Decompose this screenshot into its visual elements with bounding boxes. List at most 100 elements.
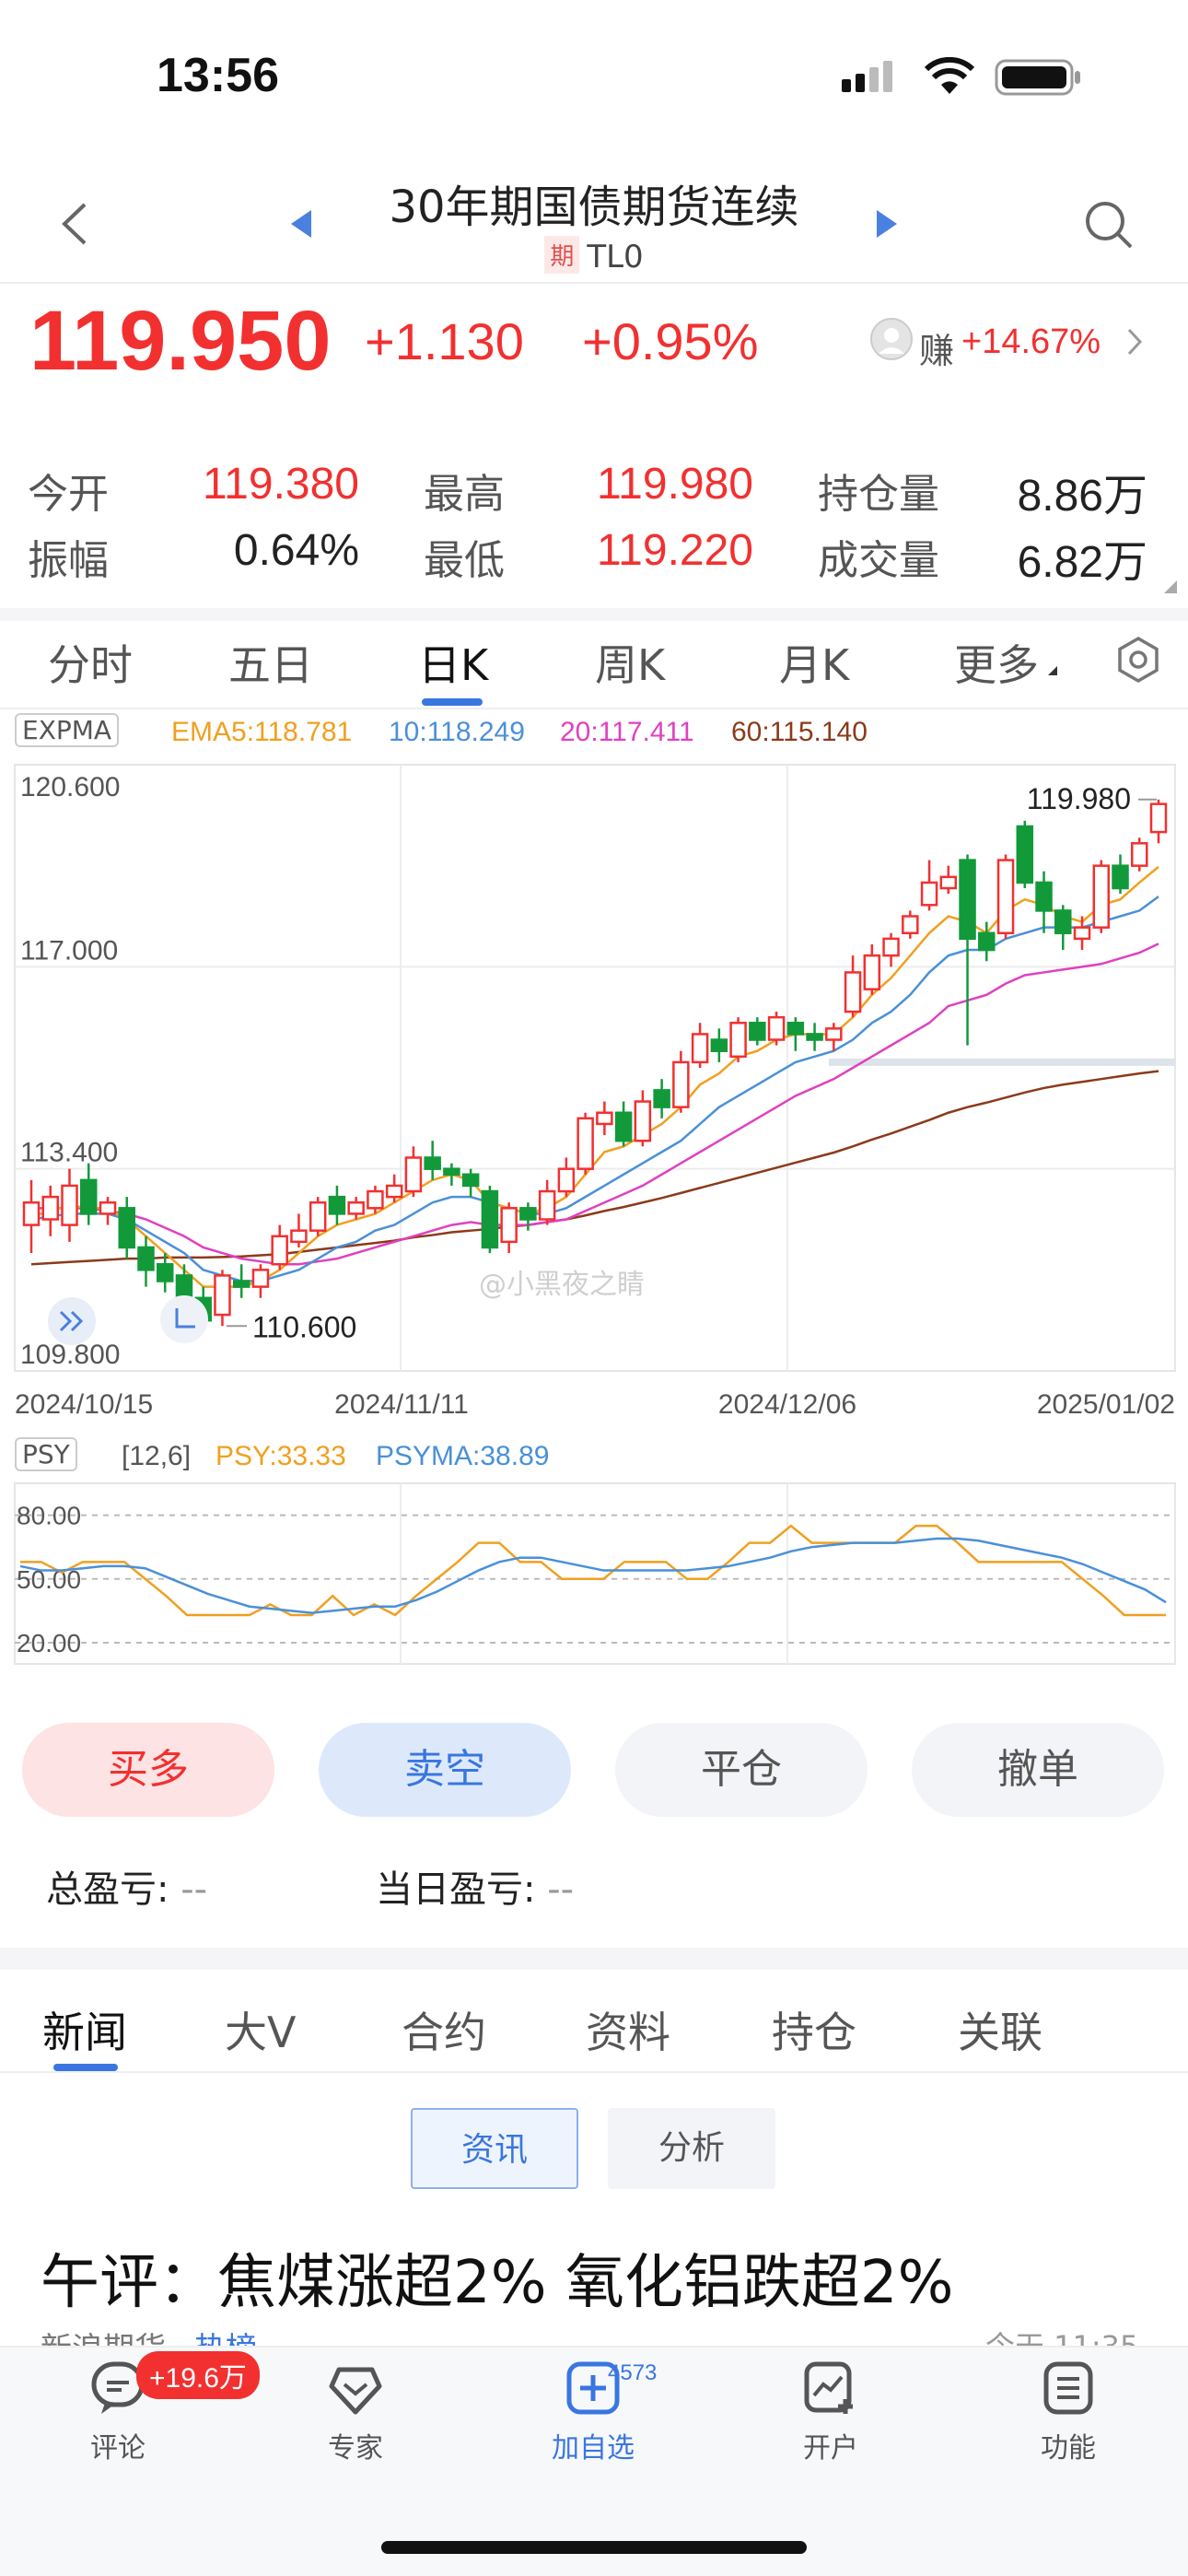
tab-big-v[interactable]: 大V xyxy=(225,1999,296,2060)
ema20-legend: 20:117.411 xyxy=(560,717,694,747)
indicator-selector[interactable]: EXPMA xyxy=(15,713,120,747)
kline-chart[interactable]: 120.600117.000113.400109.8002024/10/15 20… xyxy=(0,755,1188,1419)
tab-monthly-k[interactable]: 月K xyxy=(779,632,849,693)
active-tab-indicator xyxy=(422,698,483,706)
candle-body xyxy=(806,1033,823,1041)
candle-body xyxy=(500,1207,518,1244)
candle-up xyxy=(1092,860,1111,933)
ema60-line xyxy=(30,1070,1159,1266)
candle-body xyxy=(844,971,862,1013)
tab-more[interactable]: 更多 xyxy=(954,632,1039,693)
segment-news[interactable]: 资讯 xyxy=(411,2108,578,2189)
comments-badge: +19.6万 xyxy=(136,2351,260,2399)
y-tick-label: 120.600 xyxy=(20,772,120,802)
price-change-pct: +0.95% xyxy=(582,312,759,370)
search-icon[interactable] xyxy=(1083,199,1135,254)
candle-body xyxy=(156,1262,174,1282)
tab-positions[interactable]: 持仓 xyxy=(772,1999,856,2060)
x-tick-label: 2025/01/02 xyxy=(1037,1389,1175,1419)
ema10-legend: 10:118.249 xyxy=(389,717,525,747)
max-price-label: 119.980 xyxy=(1027,782,1131,815)
candle-body xyxy=(1149,802,1168,834)
tab-daily-k[interactable]: 日K xyxy=(418,632,488,693)
sell-short-button[interactable]: 卖空 xyxy=(319,1723,571,1817)
nav-functions[interactable]: 功能 xyxy=(976,2359,1160,2465)
candle-down xyxy=(461,1168,480,1198)
candle-up xyxy=(1149,799,1168,844)
tab-info[interactable]: 资料 xyxy=(586,1999,670,2060)
cancel-order-button[interactable]: 撤单 xyxy=(912,1723,1164,1817)
psy-selector[interactable]: PSY xyxy=(15,1437,77,1471)
last-price: 119.950 xyxy=(29,294,332,388)
open-interest-value: 8.86万 xyxy=(1017,472,1147,521)
candle-body xyxy=(214,1274,231,1317)
candle-body xyxy=(825,1027,843,1041)
candle-up xyxy=(1131,837,1148,872)
ema20-line xyxy=(31,943,1159,1266)
open-label: 今开 xyxy=(28,471,109,518)
tab-news[interactable]: 新闻 xyxy=(42,1999,127,2060)
candle-down xyxy=(710,1028,728,1062)
buy-long-button[interactable]: 买多 xyxy=(22,1723,274,1817)
nav-open-account[interactable]: 开户 xyxy=(739,2359,923,2465)
psy-chart[interactable]: 80.0050.0020.00 xyxy=(0,1480,1188,1677)
candle-up xyxy=(538,1179,556,1225)
price-band xyxy=(829,1058,1175,1066)
psy-line xyxy=(20,1524,1166,1617)
candle-up xyxy=(22,1179,41,1254)
candle-down xyxy=(118,1197,135,1259)
candle-up xyxy=(290,1213,308,1247)
nav-expert[interactable]: 专家 xyxy=(263,2359,448,2465)
candle-up xyxy=(271,1224,288,1270)
psy-name[interactable]: PSY xyxy=(15,1437,77,1471)
candle-up xyxy=(939,865,958,895)
candle-body xyxy=(978,931,996,952)
chevron-right-icon[interactable] xyxy=(1125,326,1144,361)
candle-up xyxy=(672,1050,690,1113)
price-change: +1.130 xyxy=(365,312,524,370)
segment-analysis[interactable]: 分析 xyxy=(608,2108,775,2189)
cellular-signal-icon xyxy=(840,59,897,98)
candle-up xyxy=(882,932,900,967)
tab-five-day[interactable]: 五日 xyxy=(228,632,313,693)
earn-label[interactable]: 赚 xyxy=(919,322,954,373)
expand-corner-icon[interactable] xyxy=(1162,579,1179,599)
y-tick-label: 113.400 xyxy=(20,1138,118,1168)
candle-up xyxy=(863,943,881,995)
settings-icon[interactable] xyxy=(1114,636,1162,687)
avatar[interactable] xyxy=(869,317,914,365)
candle-up xyxy=(920,860,938,911)
candle-body xyxy=(309,1200,327,1232)
candle-up xyxy=(577,1112,594,1175)
candle-body xyxy=(404,1156,423,1193)
wifi-icon xyxy=(923,56,976,100)
tab-intraday[interactable]: 分时 xyxy=(48,632,133,693)
next-contract-icon[interactable] xyxy=(875,208,899,243)
candle-up xyxy=(902,910,919,939)
candle-body xyxy=(691,1033,709,1064)
candle-body xyxy=(1073,926,1091,941)
total-pnl-label: 总盈亏: xyxy=(46,1868,169,1911)
news-headline[interactable]: 午评：焦煤涨超2% 氧化铝跌超2% xyxy=(41,2235,953,2320)
candle-up xyxy=(251,1264,270,1298)
nav-add-watchlist[interactable]: 加自选 xyxy=(501,2359,685,2465)
futures-badge: 期 xyxy=(544,236,580,274)
candle-down xyxy=(424,1141,441,1180)
ema5-legend: EMA5:118.781 xyxy=(171,717,353,747)
candle-down xyxy=(328,1185,346,1225)
daily-pnl-label: 当日盈亏: xyxy=(376,1868,536,1911)
candle-body xyxy=(347,1200,365,1215)
x-tick-label: 2024/12/06 xyxy=(718,1389,856,1419)
tab-contract[interactable]: 合约 xyxy=(402,1999,486,2060)
earn-pct[interactable]: +14.67% xyxy=(961,322,1101,362)
candle-body xyxy=(271,1235,288,1266)
tab-weekly-k[interactable]: 周K xyxy=(595,632,665,693)
contract-code: 期 TL0 xyxy=(0,236,1188,275)
home-indicator xyxy=(381,2541,807,2554)
tab-related[interactable]: 关联 xyxy=(958,1999,1042,2060)
indicator-name[interactable]: EXPMA xyxy=(15,713,120,747)
x-tick-label: 2024/11/11 xyxy=(334,1389,469,1419)
candle-body xyxy=(1112,864,1129,890)
close-position-button[interactable]: 平仓 xyxy=(615,1723,868,1817)
candle-body xyxy=(959,859,976,941)
